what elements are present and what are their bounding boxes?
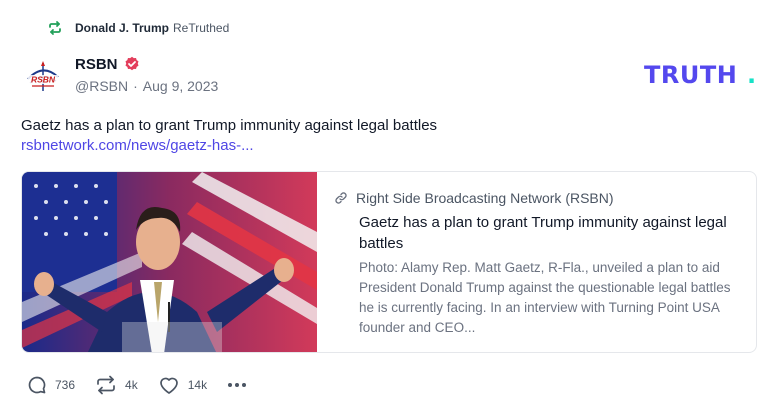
retruth-user-name[interactable]: Donald J. Trump [75,21,169,35]
retruth-count: 4k [125,378,138,392]
post-text: Gaetz has a plan to grant Trump immunity… [21,117,438,134]
author-handle[interactable]: @RSBN [75,78,128,94]
retruth-label: ReTruthed [173,21,230,35]
logo-dot: . [747,61,756,87]
heart-icon [159,377,178,394]
post-date[interactable]: Aug 9, 2023 [143,78,219,94]
link-preview-card[interactable]: Right Side Broadcasting Network (RSBN) G… [21,171,757,353]
truth-social-logo: TRUTH . [644,61,758,89]
retruth-button[interactable]: 4k [95,375,138,395]
like-button[interactable]: 14k [158,375,207,395]
retruth-action-icon [97,375,115,395]
author-block: RSBN @RSBN · Aug 9, 2023 [75,54,219,95]
card-description: Photo: Alamy Rep. Matt Gaetz, R-Fla., un… [359,260,731,335]
post-link[interactable]: rsbnetwork.com/news/gaetz-has-... [21,136,254,156]
post-actions: 736 4k 14k [27,374,247,396]
card-title: Gaetz has a plan to grant Trump immunity… [359,214,727,252]
reply-count: 736 [55,378,76,392]
more-options-button[interactable] [227,382,247,388]
card-image[interactable] [22,172,317,352]
more-icon [228,383,247,387]
meta-separator: · [133,78,138,94]
retruth-icon [47,20,63,36]
reply-button[interactable]: 736 [27,375,75,395]
like-count: 14k [187,378,208,392]
card-source: Right Side Broadcasting Network (RSBN) [356,190,614,206]
avatar-logo-text: RSBN [31,75,56,85]
retruth-header: Donald J. Trump ReTruthed [47,18,229,38]
reply-icon [28,376,46,394]
link-icon [334,191,348,205]
author-name[interactable]: RSBN [75,56,118,73]
verified-badge-icon [124,56,140,72]
card-body: Right Side Broadcasting Network (RSBN) G… [334,188,739,338]
avatar[interactable]: RSBN [22,57,64,99]
logo-text: TRUTH [644,61,737,87]
